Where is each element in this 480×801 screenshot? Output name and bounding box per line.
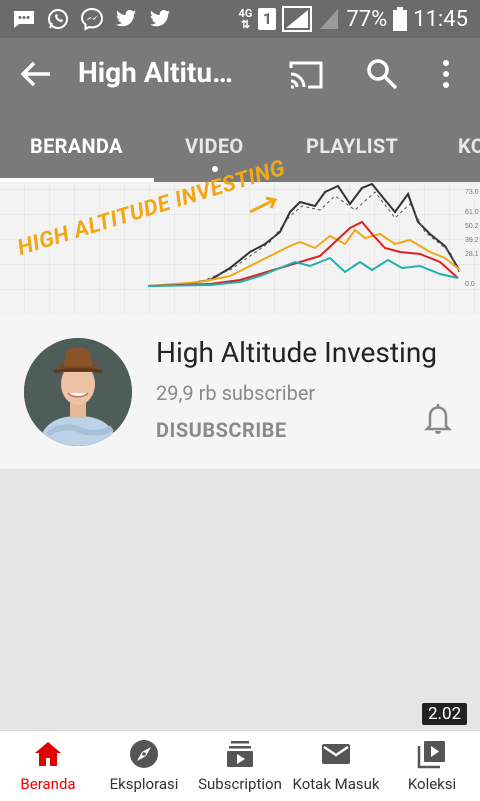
banner-axis-label: 50.2 [465, 223, 479, 230]
banner-axis-label: 39.2 [465, 237, 479, 244]
nav-item-eksplorasi[interactable]: Eksplorasi [96, 731, 192, 801]
messenger-icon [80, 7, 104, 31]
clock: 11:45 [413, 6, 468, 32]
banner-axis-label: 61.0 [465, 209, 479, 216]
banner-line-red [147, 220, 459, 287]
banner-axis-label: 28.1 [465, 251, 479, 258]
content-area [0, 469, 480, 730]
avatar-portrait [24, 338, 132, 446]
banner-axis-label: 73.6 [465, 189, 479, 196]
new-content-dot [212, 166, 218, 172]
inbox-icon [322, 744, 350, 764]
bottom-navigation: Beranda Eksplorasi Subscription Kotak Ma… [0, 730, 480, 801]
compass-icon [130, 740, 158, 768]
app-bar: High Altitu… [0, 38, 480, 110]
nav-item-subscription[interactable]: Subscription [192, 731, 288, 801]
nav-item-beranda[interactable]: Beranda [0, 731, 96, 801]
page-title: High Altitu… [78, 56, 233, 89]
video-duration-badge: 2.02 [422, 703, 468, 725]
nav-label: Koleksi [407, 775, 457, 793]
signal-strength-icon [282, 6, 313, 32]
search-icon[interactable] [366, 58, 398, 90]
nav-label: Eksplorasi [109, 775, 179, 793]
tab-video[interactable]: VIDEO [185, 134, 243, 158]
nav-label: Beranda [20, 775, 76, 793]
nav-item-koleksi[interactable]: Koleksi [384, 731, 480, 801]
notification-bell-icon[interactable] [424, 402, 452, 434]
back-arrow-icon[interactable] [20, 60, 52, 88]
status-bar: 4G ⇅ 1 77% 11:45 [0, 0, 480, 38]
whatsapp-icon [48, 9, 68, 29]
nav-item-kotak-masuk[interactable]: Kotak Masuk [288, 731, 384, 801]
library-icon [417, 741, 445, 769]
sim-slot-badge: 1 [258, 8, 277, 30]
banner-line-gold [147, 228, 461, 287]
tab-community[interactable]: KO [458, 134, 480, 158]
avatar[interactable] [24, 338, 132, 446]
subscriber-count: 29,9 rb subscriber [156, 381, 316, 405]
battery-icon [393, 7, 408, 31]
subscriptions-icon [227, 741, 253, 767]
network-type-indicator: 4G ⇅ [238, 7, 253, 31]
chat-bubble-icon [14, 11, 34, 28]
banner-arrow-icon [249, 196, 278, 214]
home-icon [35, 742, 61, 766]
twitter-icon [150, 10, 170, 27]
nav-label: Kotak Masuk [292, 775, 380, 793]
more-vert-icon[interactable] [436, 58, 456, 90]
signal-weak-icon [320, 9, 339, 29]
battery-percentage: 77% [346, 6, 388, 32]
channel-name: High Altitude Investing [156, 336, 438, 369]
cast-icon[interactable] [288, 60, 324, 90]
nav-label: Subscription [198, 775, 282, 793]
tab-playlist[interactable]: PLAYLIST [306, 134, 398, 158]
twitter-icon [116, 10, 136, 27]
tab-beranda[interactable]: BERANDA [30, 134, 123, 158]
unsubscribe-button[interactable]: DISUBSCRIBE [156, 418, 287, 442]
banner-axis-label: 0.0 [465, 281, 475, 288]
